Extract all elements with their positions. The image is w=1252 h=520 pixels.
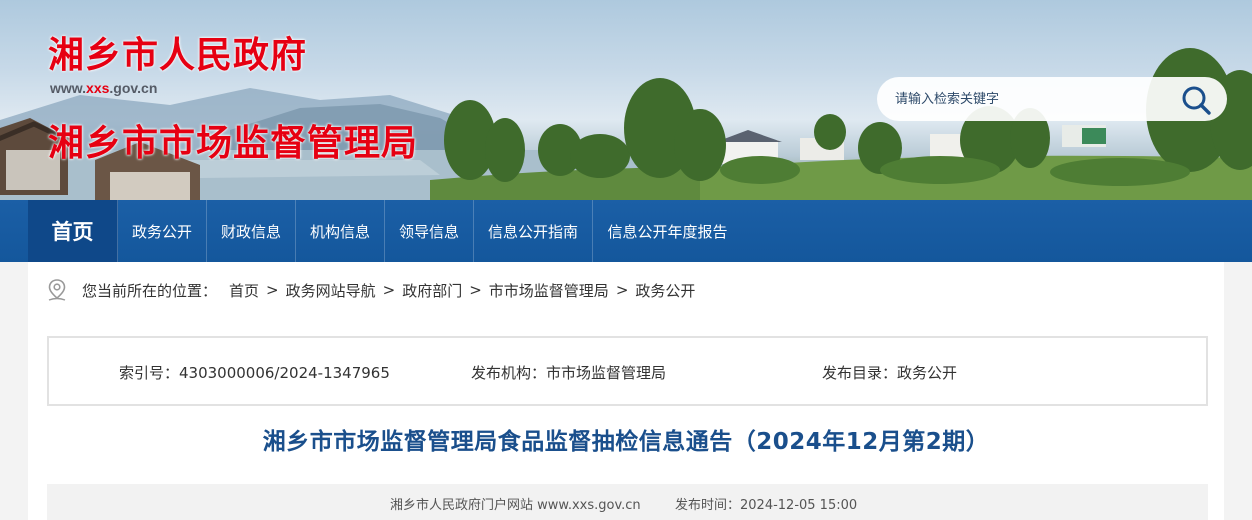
search-input[interactable] bbox=[895, 77, 1165, 121]
site-banner: 湘乡市人民政府 www.xxs.gov.cn 湘乡市市场监督管理局 bbox=[0, 0, 1252, 200]
breadcrumb-separator: > bbox=[382, 281, 396, 299]
nav-item-annual-report[interactable]: 信息公开年度报告 bbox=[593, 200, 742, 262]
main-content: 您当前所在的位置： 首页 > 政务网站导航 > 政府部门 > 市市场监督管理局 … bbox=[28, 262, 1224, 520]
catalog: 发布目录：政务公开 bbox=[822, 364, 958, 382]
article-meta-box: 索引号：4303000006/2024-1347965 发布机构：市市场监督管理… bbox=[47, 336, 1208, 406]
breadcrumb: 您当前所在的位置： 首页 > 政务网站导航 > 政府部门 > 市市场监督管理局 … bbox=[46, 278, 695, 302]
nav-home[interactable]: 首页 bbox=[28, 200, 118, 262]
breadcrumb-home[interactable]: 首页 bbox=[229, 280, 259, 301]
breadcrumb-separator: > bbox=[266, 281, 279, 299]
article-title: 湘乡市市场监督管理局食品监督抽检信息通告（2024年12月第2期） bbox=[262, 429, 990, 455]
site-url-suffix: .gov.cn bbox=[109, 80, 158, 96]
nav-item-disclosure-guide[interactable]: 信息公开指南 bbox=[474, 200, 593, 262]
site-url-highlight: xxs bbox=[86, 80, 110, 96]
search-icon[interactable] bbox=[1179, 83, 1213, 117]
department-name: 湘乡市市场监督管理局 bbox=[48, 123, 419, 164]
search-box bbox=[877, 77, 1227, 121]
breadcrumb-prefix: 您当前所在的位置： bbox=[82, 281, 218, 300]
site-url: www.xxs.gov.cn bbox=[50, 80, 157, 96]
publish-time: 发布时间：2024-12-05 15:00 bbox=[675, 498, 858, 513]
breadcrumb-separator: > bbox=[615, 281, 629, 299]
article-source-bar: 湘乡市人民政府门户网站 www.xxs.gov.cn 发布时间：2024-12-… bbox=[47, 484, 1208, 520]
nav-item-leadership[interactable]: 领导信息 bbox=[385, 200, 474, 262]
article-source: 湘乡市人民政府门户网站 www.xxs.gov.cn bbox=[390, 498, 641, 513]
breadcrumb-market-regulation[interactable]: 市市场监督管理局 bbox=[489, 280, 609, 301]
site-url-prefix: www. bbox=[50, 80, 87, 96]
breadcrumb-separator: > bbox=[469, 281, 482, 299]
location-pin-icon bbox=[48, 279, 66, 301]
breadcrumb-site-nav[interactable]: 政务网站导航 bbox=[286, 280, 376, 301]
nav-item-government-affairs[interactable]: 政务公开 bbox=[118, 200, 207, 262]
nav-item-organization[interactable]: 机构信息 bbox=[296, 200, 385, 262]
index-number: 索引号：4303000006/2024-1347965 bbox=[119, 364, 390, 382]
publisher: 发布机构：市市场监督管理局 bbox=[471, 364, 667, 382]
breadcrumb-gov-affairs[interactable]: 政务公开 bbox=[635, 280, 695, 301]
site-name: 湘乡市人民政府 bbox=[48, 35, 308, 76]
main-nav: 首页 政务公开 财政信息 机构信息 领导信息 信息公开指南 信息公开年度报告 bbox=[0, 200, 1252, 262]
breadcrumb-gov-departments[interactable]: 政府部门 bbox=[402, 280, 462, 301]
nav-item-finance[interactable]: 财政信息 bbox=[207, 200, 296, 262]
